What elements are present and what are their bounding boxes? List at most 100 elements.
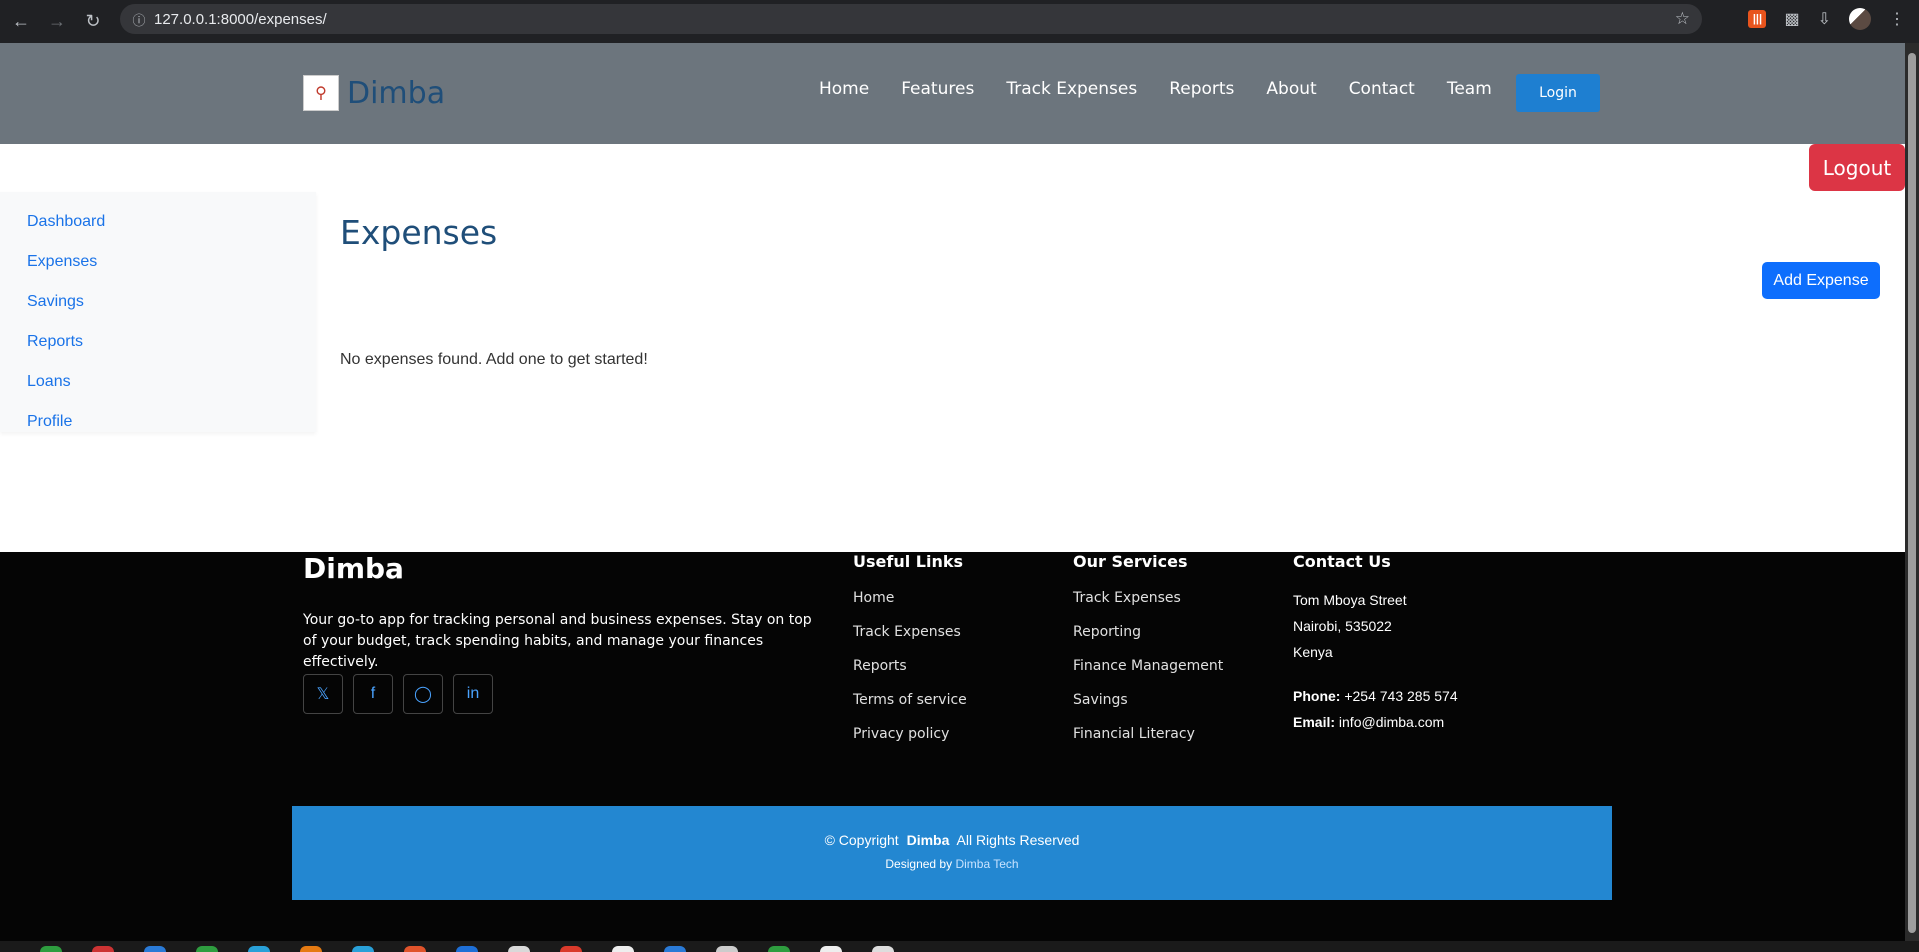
sidebar: Dashboard Expenses Savings Reports Loans… [0,192,316,432]
scrollbar-thumb[interactable] [1908,53,1916,933]
taskbar-app-icon[interactable] [716,946,738,952]
back-icon[interactable]: ← [3,4,39,40]
taskbar-app-icon[interactable] [404,946,426,952]
add-expense-button[interactable]: Add Expense [1762,262,1880,299]
taskbar-app-icon[interactable] [612,946,634,952]
footer-contact: Contact Us Tom Mboya Street Nairobi, 535… [1293,552,1458,735]
email-label: Email: [1293,714,1336,730]
footer-link-track-expenses[interactable]: Track Expenses [853,621,967,655]
nav-team[interactable]: Team [1447,79,1492,99]
forward-icon[interactable]: → [39,4,75,40]
brand-name: Dimba [347,75,446,111]
sidebar-item-loans[interactable]: Loans [0,362,316,402]
empty-state-message: No expenses found. Add one to get starte… [340,351,648,368]
contact-phone: Phone: +254 743 285 574 [1293,683,1458,709]
copyright-brand: Dimba [906,832,950,848]
phone-label: Phone: [1293,688,1341,704]
copyright-prefix: © Copyright [824,832,899,848]
download-icon[interactable]: ⇩ [1818,9,1831,29]
phone-value: +254 743 285 574 [1344,688,1458,704]
address-bar[interactable]: ⓘ 127.0.0.1:8000/expenses/ ☆ [120,4,1702,34]
footer-link-home[interactable]: Home [853,587,967,621]
taskbar-app-icon[interactable] [92,946,114,952]
taskbar-app-icon[interactable] [248,946,270,952]
os-taskbar [0,941,1919,952]
footer-link-terms[interactable]: Terms of service [853,689,967,723]
taskbar-app-icon[interactable] [300,946,322,952]
site-info-icon[interactable]: ⓘ [124,10,154,29]
page-scrollbar[interactable] [1905,43,1919,941]
page-viewport: ⚲ Dimba Home Features Track Expenses Rep… [0,43,1905,941]
footer-description: Your go-to app for tracking personal and… [303,612,812,670]
contact-street: Tom Mboya Street [1293,592,1407,608]
footer-service-track-expenses[interactable]: Track Expenses [1073,587,1223,621]
profile-avatar-icon[interactable] [1849,8,1871,30]
footer-services: Our Services Track Expenses Reporting Fi… [1073,552,1223,757]
designed-by-line: Designed by Dimba Tech [292,857,1612,871]
facebook-icon[interactable]: f [353,674,393,714]
sidebar-item-expenses[interactable]: Expenses [0,242,316,282]
nav-reports[interactable]: Reports [1169,79,1234,99]
footer-service-savings[interactable]: Savings [1073,689,1223,723]
services-heading: Our Services [1073,552,1188,571]
footer-service-financial-literacy[interactable]: Financial Literacy [1073,723,1223,757]
logout-button[interactable]: Logout [1809,144,1905,191]
contact-country: Kenya [1293,644,1333,660]
copyright-bar: © Copyright Dimba All Rights Reserved De… [292,806,1612,900]
nav-home[interactable]: Home [819,79,869,99]
taskbar-app-icon[interactable] [352,946,374,952]
contact-heading: Contact Us [1293,552,1391,571]
reload-icon[interactable]: ↻ [75,4,111,40]
nav-track-expenses[interactable]: Track Expenses [1006,79,1137,99]
extension-icon[interactable]: ||| [1748,10,1767,28]
footer-link-privacy[interactable]: Privacy policy [853,723,967,757]
footer-service-reporting[interactable]: Reporting [1073,621,1223,655]
sidebar-item-dashboard[interactable]: Dashboard [0,202,316,242]
email-value: info@dimba.com [1338,714,1445,730]
taskbar-app-icon[interactable] [560,946,582,952]
login-button[interactable]: Login [1516,74,1600,112]
sidebar-item-reports[interactable]: Reports [0,322,316,362]
footer-brand: Dimba [303,552,404,585]
contact-city: Nairobi, 535022 [1293,618,1392,634]
taskbar-app-icon[interactable] [664,946,686,952]
sidebar-item-savings[interactable]: Savings [0,282,316,322]
nav-contact[interactable]: Contact [1349,79,1415,99]
menu-kebab-icon[interactable]: ⋮ [1889,9,1905,29]
nav-about[interactable]: About [1266,79,1316,99]
footer-service-finance-management[interactable]: Finance Management [1073,655,1223,689]
taskbar-app-icon[interactable] [144,946,166,952]
footer-link-reports[interactable]: Reports [853,655,967,689]
useful-links-heading: Useful Links [853,552,964,571]
taskbar-app-icon[interactable] [820,946,842,952]
taskbar-app-icon[interactable] [40,946,62,952]
social-links: 𝕏 f ◯ in [303,674,493,714]
designer-link[interactable]: Dimba Tech [955,857,1018,871]
main-nav: Home Features Track Expenses Reports Abo… [819,79,1492,99]
browser-toolbar: ← → ↻ ⓘ 127.0.0.1:8000/expenses/ ☆ ||| ▩… [0,0,1919,43]
footer-useful-links: Useful Links Home Track Expenses Reports… [853,552,967,757]
location-pin-icon: ⚲ [303,75,339,111]
instagram-icon[interactable]: ◯ [403,674,443,714]
site-footer: Dimba Your go-to app for tracking person… [0,552,1905,941]
bookmark-star-icon[interactable]: ☆ [1675,9,1690,29]
browser-actions: ||| ▩ ⇩ ⋮ [1748,4,1919,34]
x-twitter-icon[interactable]: 𝕏 [303,674,343,714]
copyright-line: © Copyright Dimba All Rights Reserved [292,832,1612,848]
site-logo[interactable]: ⚲ Dimba [303,75,445,111]
taskbar-app-icon[interactable] [508,946,530,952]
contact-email: Email: info@dimba.com [1293,709,1458,735]
taskbar-app-icon[interactable] [456,946,478,952]
taskbar-app-icon[interactable] [768,946,790,952]
url-text[interactable]: 127.0.0.1:8000/expenses/ [154,11,327,28]
copyright-suffix: All Rights Reserved [956,832,1080,848]
extensions-puzzle-icon[interactable]: ▩ [1784,9,1799,29]
sidebar-item-profile[interactable]: Profile [0,402,316,442]
nav-features[interactable]: Features [901,79,974,99]
site-header: ⚲ Dimba Home Features Track Expenses Rep… [0,43,1905,144]
designed-by-label: Designed by [885,857,953,871]
taskbar-app-icon[interactable] [872,946,894,952]
linkedin-icon[interactable]: in [453,674,493,714]
taskbar-app-icon[interactable] [196,946,218,952]
page-title: Expenses [340,213,498,252]
